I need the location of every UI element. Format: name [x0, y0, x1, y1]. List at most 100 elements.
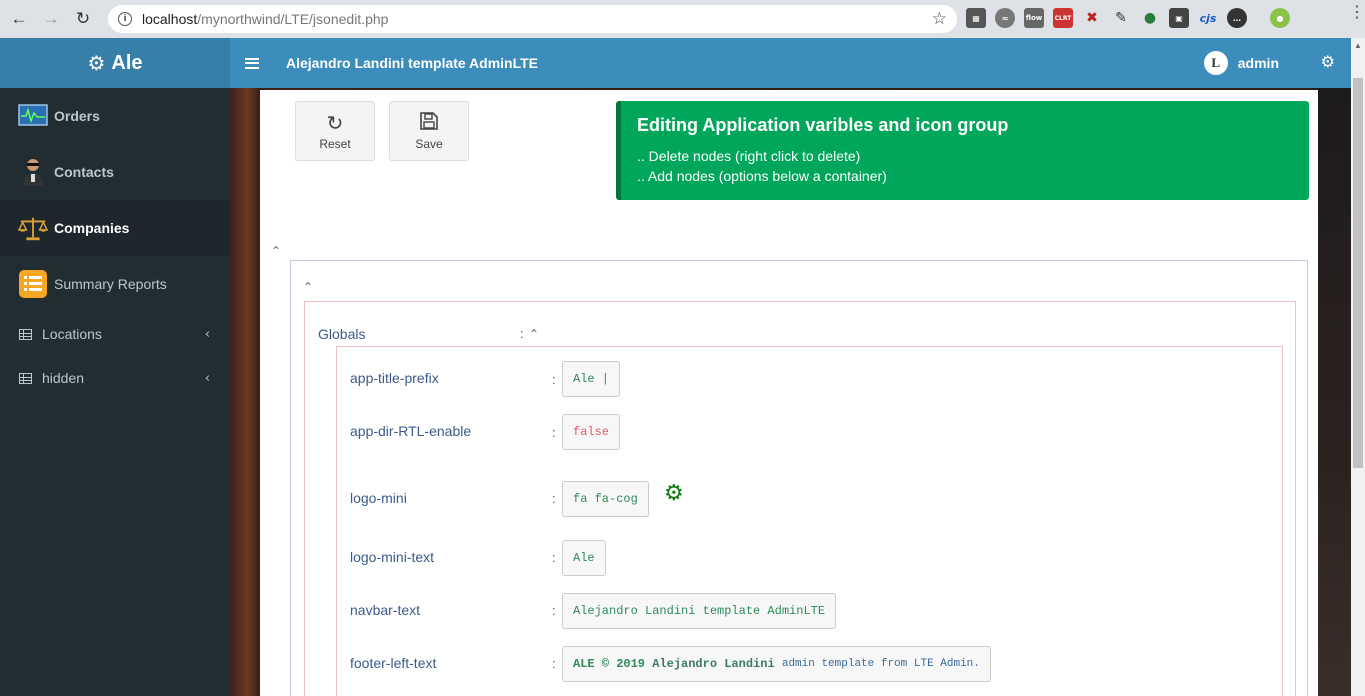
callout-line-add: .. Add nodes (options below a container)	[637, 168, 887, 184]
top-navbar: Alejandro Landini template AdminLTE L ad…	[230, 38, 1351, 88]
property-key: footer-left-text	[350, 655, 437, 671]
sidebar-item-hidden[interactable]: hidden ‹	[0, 356, 230, 400]
group-key-globals: Globals	[318, 326, 366, 342]
cjs-icon[interactable]: cjs	[1198, 8, 1218, 28]
key-separator: :	[552, 550, 556, 565]
eyedropper-icon[interactable]: ●	[1140, 8, 1160, 28]
footer-text-part: Alejandro Landini	[652, 657, 775, 671]
callout-title: Editing Application varibles and icon gr…	[637, 115, 1009, 135]
list-report-icon	[18, 269, 48, 299]
callout-line-delete: .. Delete nodes (right click to delete)	[637, 148, 861, 164]
save-button[interactable]: Save	[389, 101, 469, 161]
globals-container: app-title-prefix : Ale | app-dir-RTL-ena…	[336, 346, 1283, 696]
sidebar-item-orders[interactable]: Orders	[0, 88, 230, 144]
page-scrollbar[interactable]: ▲	[1351, 38, 1365, 696]
chevron-left-icon: ‹	[204, 326, 210, 342]
key-separator: :	[552, 425, 556, 440]
footer-text-part: ALE © 2019	[573, 657, 646, 671]
browser-menu-icon[interactable]: ⋮	[1349, 5, 1365, 21]
clrt-label: CLRT	[1054, 14, 1072, 22]
url-host: localhost	[142, 11, 198, 27]
reset-label: Reset	[319, 136, 351, 151]
property-value-input[interactable]: fa fa-cog	[562, 481, 649, 517]
collapse-object-icon[interactable]: ⌃	[303, 280, 313, 294]
back-icon[interactable]: ←	[6, 6, 32, 32]
floppy-disk-icon	[420, 111, 438, 134]
user-menu[interactable]: L admin	[1203, 51, 1279, 75]
sidebar-item-label: hidden	[42, 370, 85, 386]
sidebar-item-contacts[interactable]: Contacts	[0, 144, 230, 200]
sidebar-item-label: Orders	[54, 108, 100, 124]
property-value-input[interactable]: ALE © 2019 Alejandro Landini admin templ…	[562, 646, 991, 682]
scales-icon	[18, 213, 48, 243]
extensions-bar: ▦ ≈ flow CLRT ✖ ✎ ● ▣ cjs … ●	[966, 8, 1290, 28]
reload-icon[interactable]: ↻	[70, 6, 96, 32]
property-key: logo-mini-text	[350, 549, 435, 565]
url-path: /mynorthwind/LTE/jsonedit.php	[197, 11, 389, 27]
key-separator: :	[552, 372, 556, 387]
json-root-container: ⌃ Globals : ⌃ app-title-prefix : Ale | a…	[290, 260, 1308, 696]
sidebar-item-companies[interactable]: Companies	[0, 200, 230, 256]
key-separator: :	[552, 656, 556, 671]
property-key: logo-mini	[350, 490, 407, 506]
property-key: app-title-prefix	[350, 370, 439, 386]
flow-icon[interactable]: flow	[1024, 8, 1044, 28]
tools-icon[interactable]: ✖	[1082, 8, 1102, 28]
property-key: navbar-text	[350, 602, 421, 618]
cjs-label: cjs	[1199, 11, 1217, 25]
property-value-input[interactable]: Ale |	[562, 361, 621, 397]
address-bar[interactable]: i localhost/mynorthwind/LTE/jsonedit.php…	[108, 5, 957, 33]
property-key: app-dir-RTL-enable	[350, 423, 472, 439]
spotify-icon[interactable]: ≈	[995, 8, 1015, 28]
forward-icon[interactable]: →	[38, 6, 64, 32]
browser-toolbar: ← → ↻ i localhost/mynorthwind/LTE/jsoned…	[0, 0, 1365, 38]
navbar-title: Alejandro Landini template AdminLTE	[286, 55, 539, 71]
property-value-input[interactable]: false	[562, 414, 621, 450]
table-icon	[19, 372, 32, 384]
avatar: L	[1203, 51, 1228, 75]
user-name: admin	[1237, 55, 1279, 71]
json-object-container: Globals : ⌃ app-title-prefix : Ale | app…	[304, 301, 1296, 696]
gear-icon: ⚙	[87, 51, 106, 75]
collapse-root-icon[interactable]: ⌃	[271, 244, 281, 258]
scrollbar-thumb[interactable]	[1353, 78, 1363, 468]
sidebar-item-label: Summary Reports	[54, 276, 167, 292]
bookmark-star-icon[interactable]: ☆	[932, 9, 947, 29]
sidebar-item-label: Contacts	[54, 164, 114, 180]
info-callout: Editing Application varibles and icon gr…	[616, 101, 1309, 200]
settings-cogs-icon[interactable]: ⚙	[1321, 52, 1335, 71]
sidebar-toggle-icon[interactable]	[245, 57, 259, 69]
sidebar-item-summary-reports[interactable]: Summary Reports	[0, 256, 230, 312]
collapse-globals-icon[interactable]: ⌃	[529, 327, 539, 341]
chevron-left-icon: ‹	[204, 370, 210, 386]
app-logo[interactable]: ⚙ Ale	[0, 38, 230, 88]
chat-icon[interactable]: …	[1227, 8, 1247, 28]
property-value-input[interactable]: Ale	[562, 540, 606, 576]
scroll-up-icon[interactable]: ▲	[1354, 41, 1362, 50]
footer-text-part: admin template from LTE Admin.	[781, 658, 980, 670]
qr-icon[interactable]: ▦	[966, 8, 986, 28]
info-icon[interactable]: i	[118, 12, 132, 26]
clrt-icon[interactable]: CLRT	[1053, 8, 1073, 28]
key-separator: :	[552, 491, 556, 506]
sidebar: Orders Contacts Companies Summary Report…	[0, 88, 230, 696]
background-image-right	[1318, 88, 1351, 696]
flow-label: flow	[1025, 14, 1043, 22]
sidebar-item-locations[interactable]: Locations ‹	[0, 312, 230, 356]
key-separator: :	[520, 326, 524, 341]
property-value-input[interactable]: Alejandro Landini template AdminLTE	[562, 593, 837, 629]
main-panel: ↻ Reset Save Editing Application varible…	[260, 90, 1318, 696]
table-icon	[19, 328, 32, 340]
monitor-chart-icon	[18, 101, 48, 131]
sidebar-item-label: Companies	[54, 220, 130, 236]
reset-button[interactable]: ↻ Reset	[295, 101, 375, 161]
resize-icon[interactable]: ▣	[1169, 8, 1189, 28]
key-separator: :	[552, 603, 556, 618]
save-label: Save	[415, 136, 443, 151]
person-icon	[18, 157, 48, 187]
refresh-icon: ↻	[326, 110, 344, 135]
logo-text: Ale	[111, 51, 143, 74]
pen-icon[interactable]: ✎	[1111, 8, 1131, 28]
profile-icon[interactable]: ●	[1270, 8, 1290, 28]
cog-preview-icon: ⚙	[664, 481, 684, 506]
